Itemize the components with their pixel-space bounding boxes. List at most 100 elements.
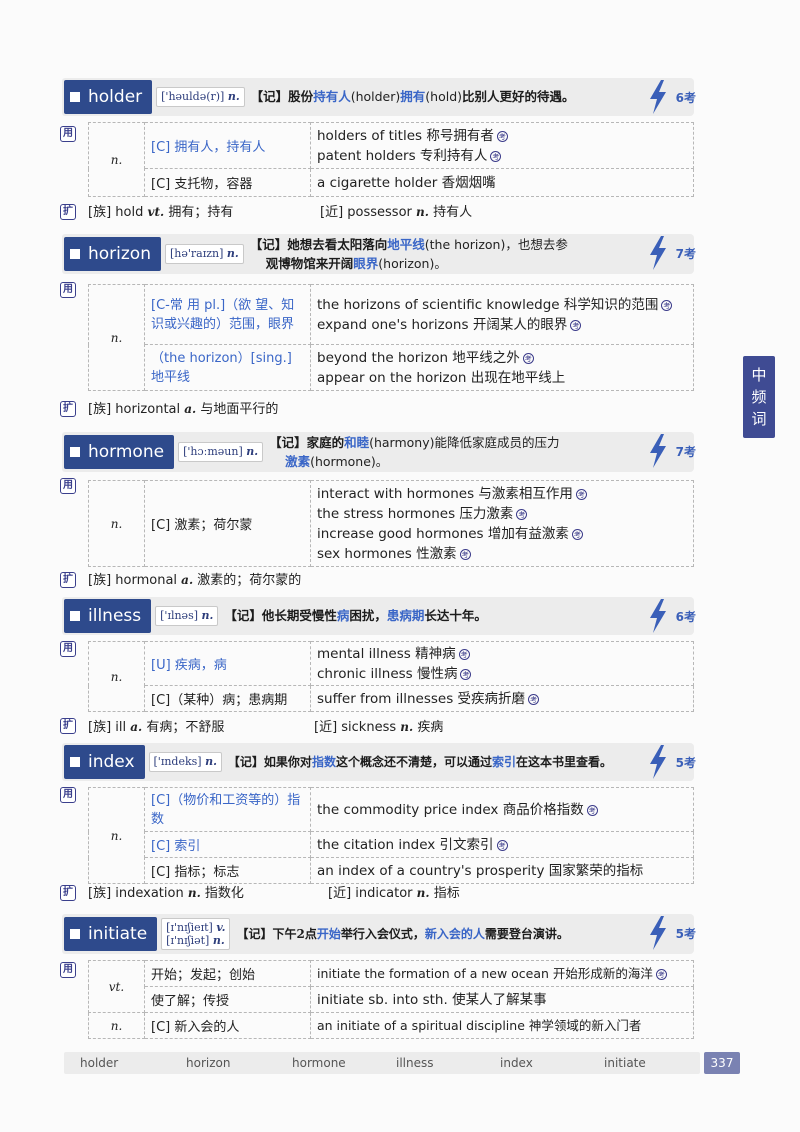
meaning-cell: 开始；发起；创始	[144, 960, 311, 987]
tab-char: 词	[751, 410, 767, 428]
meaning-cell: 使了解；传授	[144, 986, 311, 1013]
memory-tip: 【记】下午2点开始举行入会仪式，新入会的人需要登台演讲。	[236, 927, 569, 941]
phonetic: ['hɔːməun] n.	[178, 442, 264, 462]
tab-char: 中	[751, 366, 767, 384]
meaning-cell: [C] 新入会的人	[144, 1012, 311, 1039]
phonetic: [ɪ'nɪʃieɪt] v. [ɪ'nɪʃiət] n.	[161, 918, 231, 950]
meaning-cell: [C] 指标；标志	[144, 857, 311, 884]
headword: holder	[64, 80, 153, 114]
headword: illness	[64, 599, 152, 633]
phonetic: [hə'raɪzn] n.	[165, 244, 244, 264]
lightning-icon	[650, 916, 666, 950]
pos-cell: n.	[88, 480, 145, 567]
exam-count-badge: 6考	[646, 78, 698, 116]
kao-icon: 考	[570, 319, 582, 331]
entry-horizon: horizon [hə'raɪzn] n. 【记】她想去看太阳落向地平线(the…	[60, 234, 696, 417]
extension-icon: 扩	[60, 401, 76, 417]
table-row: [C] 支托物，容器 a cigarette holder 香烟烟嘴	[89, 168, 694, 197]
table-row: vt. 开始；发起；创始 initiate the formation of a…	[88, 960, 694, 1013]
pos-cell: vt.	[88, 960, 145, 1013]
kao-icon: 考	[661, 299, 673, 311]
examples-cell: interact with hormones 与激素相互作用考 the stre…	[310, 480, 694, 567]
meaning-cell: [C] 支托物，容器	[144, 168, 311, 197]
entry-initiate: initiate [ɪ'nɪʃieɪt] v. [ɪ'nɪʃiət] n. 【记…	[60, 914, 696, 1039]
table-row: n. [C] 新入会的人 an initiate of a spiritual …	[88, 1012, 694, 1039]
kao-icon: 考	[490, 150, 502, 162]
table-row: n. [U] 疾病，病 mental illness 精神病考 chronic …	[88, 641, 694, 712]
meaning-cell: [C]（物价和工资等的）指数	[144, 787, 311, 832]
headword: hormone	[64, 435, 175, 469]
memory-tip: 【记】他长期受慢性病困扰，患病期长达十年。	[224, 608, 487, 623]
meaning-cell: （the horizon）[sing.] 地平线	[144, 344, 311, 391]
table-row: [C]（某种）病；患病期 suffer from illnesses 受疾病折磨…	[89, 685, 694, 712]
footer-word: initiate	[604, 1056, 646, 1070]
extension-icon: 扩	[60, 885, 76, 901]
examples-cell: holders of titles 称号拥有者考 patent holders …	[310, 122, 694, 169]
usage-icon: 用	[60, 478, 76, 494]
footer-word: index	[500, 1056, 533, 1070]
lightning-icon	[650, 745, 666, 779]
meaning-cell: [U] 疾病，病	[144, 641, 311, 686]
entry-hormone: hormone ['hɔːməun] n. 【记】家庭的和睦(harmony)能…	[60, 432, 696, 588]
usage-table: n. [C]（物价和工资等的）指数 the commodity price in…	[88, 787, 694, 884]
table-row: n. [C] 拥有人，持有人 holders of titles 称号拥有者考 …	[88, 122, 694, 197]
entry-index: index ['ɪndeks] n. 【记】如果你对指数这个概念还不清楚，可以通…	[60, 743, 696, 901]
exam-count-badge: 5考	[646, 743, 698, 781]
related-word: [近] indicator n. 指标	[328, 886, 460, 901]
entry-illness: illness ['ɪlnəs] n. 【记】他长期受慢性病困扰，患病期长达十年…	[60, 597, 696, 735]
lightning-icon	[650, 236, 666, 270]
phonetic: ['həuldə(r)] n.	[156, 87, 245, 107]
section-tab[interactable]: 中 频 词	[743, 356, 775, 438]
word-family: [族] hold vt. 拥有；持有 [近] possessor n. 持有人	[88, 205, 473, 220]
meaning-cell: [C]（某种）病；患病期	[144, 685, 311, 712]
meaning-cell: [C] 索引	[144, 831, 311, 858]
pos-cell: n.	[88, 787, 145, 884]
entry-header: holder ['həuldə(r)] n. 【记】股份持有人(holder)拥…	[62, 78, 696, 116]
usage-icon: 用	[60, 787, 76, 803]
usage-icon: 用	[60, 282, 76, 298]
exam-count-badge: 6考	[646, 597, 698, 635]
examples-cell: beyond the horizon 地平线之外考 appear on the …	[310, 344, 694, 391]
kao-icon: 考	[458, 648, 470, 660]
word-family: [族] hormonal a. 激素的；荷尔蒙的	[88, 573, 302, 588]
extension-icon: 扩	[60, 572, 76, 588]
footer-word: horizon	[186, 1056, 231, 1070]
examples-cell: initiate sb. into sth. 使某人了解某事	[310, 986, 694, 1013]
table-row: [C] 指标；标志 an index of a country's prospe…	[89, 857, 694, 884]
kao-icon: 考	[459, 548, 471, 560]
related-word: [近] possessor n. 持有人	[320, 205, 473, 220]
table-row: [C] 索引 the citation index 引文索引考	[89, 831, 694, 858]
examples-cell: an index of a country's prosperity 国家繁荣的…	[310, 857, 694, 884]
examples-cell: initiate the formation of a new ocean 开始…	[310, 960, 694, 987]
memory-tip: 【记】如果你对指数这个概念还不清楚，可以通过索引在这本书里查看。	[227, 755, 612, 769]
footer-word: illness	[396, 1056, 434, 1070]
meaning-cell: [C-常 用 pl.]（欲 望、知识或兴趣的）范围，眼界	[144, 284, 311, 345]
exam-count-badge: 7考	[646, 234, 698, 272]
footer-word: holder	[80, 1056, 119, 1070]
usage-icon: 用	[60, 126, 76, 142]
pos-cell: n.	[88, 641, 145, 712]
examples-cell: the citation index 引文索引考	[310, 831, 694, 858]
extension-icon: 扩	[60, 204, 76, 220]
lightning-icon	[650, 599, 666, 633]
kao-icon: 考	[522, 352, 534, 364]
examples-cell: the horizons of scientific knowledge 科学知…	[310, 284, 694, 345]
kao-icon: 考	[655, 968, 667, 980]
usage-table: n. [C-常 用 pl.]（欲 望、知识或兴趣的）范围，眼界 the hori…	[88, 284, 694, 391]
examples-cell: mental illness 精神病考 chronic illness 慢性病考	[310, 641, 694, 686]
kao-icon: 考	[496, 130, 508, 142]
related-word: [近] sickness n. 疾病	[314, 720, 444, 735]
kao-icon: 考	[575, 488, 587, 500]
exam-count-badge: 5考	[646, 914, 698, 952]
memory-tip: 【记】股份持有人(holder)拥有(hold)比别人更好的待遇。	[250, 89, 575, 104]
table-row: n. [C-常 用 pl.]（欲 望、知识或兴趣的）范围，眼界 the hori…	[88, 284, 694, 391]
page-footer-index: holder horizon hormone illness index ini…	[64, 1052, 700, 1074]
kao-icon: 考	[496, 839, 508, 851]
phonetic: ['ɪndeks] n.	[148, 752, 222, 772]
memory-tip: 【记】家庭的和睦(harmony)能降低家庭成员的压力 激素(hormone)。	[269, 435, 560, 469]
entry-header: index ['ɪndeks] n. 【记】如果你对指数这个概念还不清楚，可以通…	[62, 743, 696, 781]
kao-icon: 考	[528, 693, 540, 705]
meaning-cell: [C] 激素；荷尔蒙	[144, 480, 311, 567]
kao-icon: 考	[571, 528, 583, 540]
extension-icon: 扩	[60, 718, 76, 734]
